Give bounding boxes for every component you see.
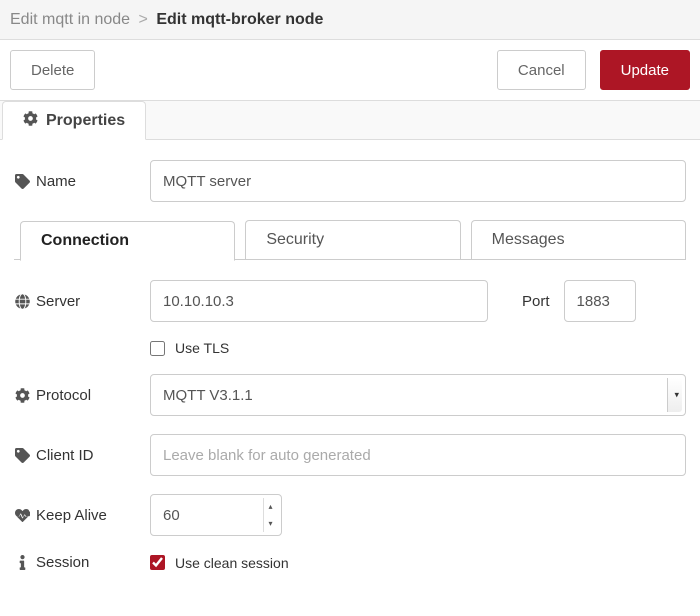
label-clientid: Client ID (14, 447, 150, 464)
chevron-right-icon: > (139, 11, 148, 28)
globe-icon (14, 294, 30, 309)
row-keepalive: Keep Alive ▴ ▾ (14, 494, 686, 536)
name-input[interactable] (150, 160, 686, 202)
tls-checkbox[interactable] (150, 341, 165, 356)
spinner-down-icon[interactable]: ▾ (264, 515, 277, 532)
clean-session-label: Use clean session (175, 555, 289, 571)
breadcrumb-prev[interactable]: Edit mqtt in node (10, 11, 130, 28)
main-tabs: Properties (0, 100, 700, 140)
spinner-up-icon[interactable]: ▴ (264, 498, 277, 515)
form-body: Name Connection Security Messages Server… (0, 140, 700, 581)
gear-icon (14, 388, 30, 403)
inner-tabs: Connection Security Messages (14, 220, 686, 260)
server-input[interactable] (150, 280, 488, 322)
breadcrumb: Edit mqtt in node > Edit mqtt-broker nod… (10, 11, 323, 29)
tab-security[interactable]: Security (245, 220, 460, 259)
delete-button[interactable]: Delete (10, 50, 95, 90)
label-session: Session (14, 554, 150, 571)
clean-session-checkbox[interactable] (150, 555, 165, 570)
cancel-button[interactable]: Cancel (497, 50, 586, 90)
breadcrumb-bar: Edit mqtt in node > Edit mqtt-broker nod… (0, 0, 700, 40)
update-button[interactable]: Update (600, 50, 690, 90)
label-protocol: Protocol (14, 387, 150, 404)
tab-properties[interactable]: Properties (2, 101, 146, 140)
protocol-select[interactable]: MQTT V3.1.1 (150, 374, 686, 416)
label-keepalive: Keep Alive (14, 507, 150, 524)
row-clientid: Client ID (14, 434, 686, 476)
tab-messages[interactable]: Messages (471, 220, 686, 259)
tab-properties-label: Properties (46, 112, 125, 130)
row-server: Server Port (14, 280, 686, 322)
tag-icon (14, 174, 30, 189)
tls-label: Use TLS (175, 340, 229, 356)
label-server: Server (14, 293, 150, 310)
row-name: Name (14, 160, 686, 202)
tab-connection[interactable]: Connection (20, 221, 235, 261)
row-protocol: Protocol MQTT V3.1.1 ▾ (14, 374, 686, 416)
clientid-input[interactable] (150, 434, 686, 476)
port-input[interactable] (564, 280, 636, 322)
label-name: Name (14, 173, 150, 190)
label-port: Port (522, 293, 550, 310)
heartbeat-icon (14, 508, 30, 523)
action-bar: Delete Cancel Update (0, 40, 700, 100)
row-session: Session Use clean session (14, 554, 686, 571)
info-icon (14, 555, 30, 570)
number-spinner[interactable]: ▴ ▾ (263, 498, 277, 532)
gear-icon (23, 111, 38, 131)
breadcrumb-current: Edit mqtt-broker node (156, 11, 323, 28)
row-tls: Use TLS (14, 340, 686, 356)
tag-icon (14, 448, 30, 463)
